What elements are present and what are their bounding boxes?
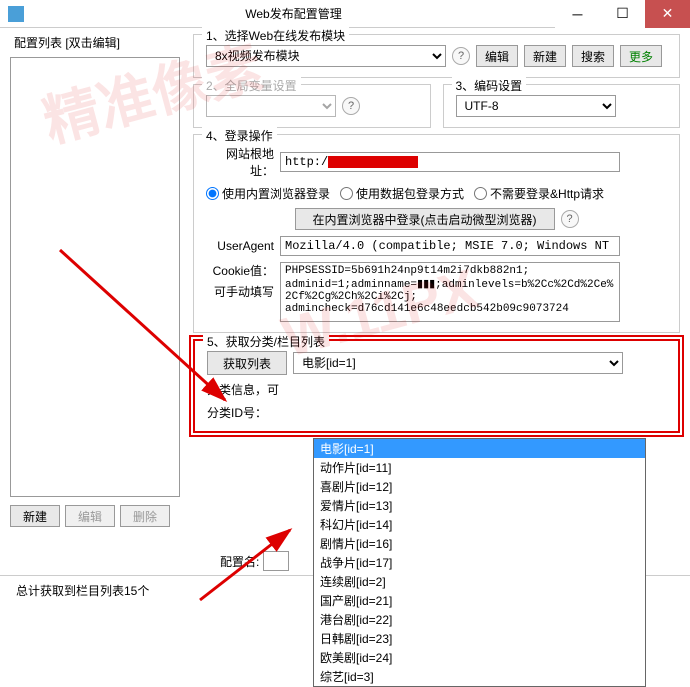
dropdown-option[interactable]: 日韩剧[id=23] [314, 629, 645, 648]
section-encoding: 3、编码设置 UTF-8 [443, 84, 681, 128]
section2-title: 2、全局变量设置 [202, 77, 301, 94]
delete-config-button: 删除 [120, 505, 170, 527]
status-text: 总计获取到栏目列表15个 [16, 584, 149, 598]
ua-label: UserAgent [206, 239, 274, 253]
cookie-label: Cookie值： [206, 262, 274, 279]
dropdown-option[interactable]: 剧情片[id=16] [314, 534, 645, 553]
dropdown-option[interactable]: 动作片[id=11] [314, 458, 645, 477]
cookie-textarea[interactable]: PHPSESSID=5b691h24np9t14m2i7dkb882n1; ad… [280, 262, 620, 322]
get-list-button[interactable]: 获取列表 [207, 351, 287, 375]
dropdown-option[interactable]: 喜剧片[id=12] [314, 477, 645, 496]
search-module-button[interactable]: 搜索 [572, 45, 614, 67]
help-icon[interactable]: ? [452, 47, 470, 65]
section5-title: 5、获取分类/栏目列表 [203, 333, 329, 350]
close-button[interactable]: ✕ [645, 0, 690, 28]
category-dropdown-open[interactable]: 电影[id=1] 动作片[id=11] 喜剧片[id=12] 爱情片[id=13… [313, 438, 646, 687]
root-url-input[interactable]: http:/ [280, 152, 620, 172]
radio-packet[interactable]: 使用数据包登录方式 [340, 185, 464, 202]
section3-title: 3、编码设置 [452, 77, 527, 94]
dropdown-option[interactable]: 电影[id=1] [314, 439, 645, 458]
new-module-button[interactable]: 新建 [524, 45, 566, 67]
dropdown-option[interactable]: 连续剧[id=2] [314, 572, 645, 591]
new-config-button[interactable]: 新建 [10, 505, 60, 527]
window-title: Web发布配置管理 [32, 5, 555, 22]
radio-builtin[interactable]: 使用内置浏览器登录 [206, 185, 330, 202]
dropdown-option[interactable]: 国产剧[id=21] [314, 591, 645, 610]
section-categories: 5、获取分类/栏目列表 获取列表 电影[id=1] 分类信息，可 分类ID号： [193, 339, 680, 433]
config-listbox[interactable] [10, 57, 180, 497]
more-module-button[interactable]: 更多 [620, 45, 662, 67]
dropdown-option[interactable]: 科幻片[id=14] [314, 515, 645, 534]
maximize-button[interactable]: ☐ [600, 0, 645, 28]
help-icon[interactable]: ? [561, 210, 579, 228]
dropdown-option[interactable]: 战争片[id=17] [314, 553, 645, 572]
section-globals: 2、全局变量设置 ? [193, 84, 431, 128]
dropdown-option[interactable]: 综艺[id=3] [314, 667, 645, 686]
help-icon[interactable]: ? [342, 97, 360, 115]
dropdown-option[interactable]: 爱情片[id=13] [314, 496, 645, 515]
config-name-input[interactable] [263, 551, 289, 571]
root-url-label: 网站根地址： [206, 145, 274, 179]
info-label: 分类信息，可 [207, 381, 279, 398]
edit-config-button: 编辑 [65, 505, 115, 527]
dropdown-option[interactable]: 欧美剧[id=24] [314, 648, 645, 667]
minimize-button[interactable]: ─ [555, 0, 600, 28]
config-list-label: 配置列表 [双击编辑] [10, 34, 185, 51]
edit-module-button[interactable]: 编辑 [476, 45, 518, 67]
module-select[interactable]: 8x视频发布模块 [206, 45, 446, 67]
id-label: 分类ID号： [207, 404, 267, 421]
section1-title: 1、选择Web在线发布模块 [202, 27, 349, 44]
radio-none[interactable]: 不需要登录&Http请求 [474, 185, 604, 202]
launch-browser-button[interactable]: 在内置浏览器中登录(点击启动微型浏览器) [295, 208, 555, 230]
globals-select [206, 95, 336, 117]
section4-title: 4、登录操作 [202, 127, 277, 144]
manual-label: 可手动填写 [206, 283, 274, 300]
encoding-select[interactable]: UTF-8 [456, 95, 616, 117]
config-name-label: 配置名: [220, 553, 259, 570]
section-login: 4、登录操作 网站根地址： http:/ 使用内置浏览器登录 使用数据包登录方式… [193, 134, 680, 333]
titlebar: Web发布配置管理 ─ ☐ ✕ [0, 0, 690, 28]
dropdown-option[interactable]: 港台剧[id=22] [314, 610, 645, 629]
ua-input[interactable] [280, 236, 620, 256]
app-icon [8, 6, 24, 22]
section-module: 1、选择Web在线发布模块 8x视频发布模块 ? 编辑 新建 搜索 更多 [193, 34, 680, 78]
category-select[interactable]: 电影[id=1] [293, 352, 623, 374]
